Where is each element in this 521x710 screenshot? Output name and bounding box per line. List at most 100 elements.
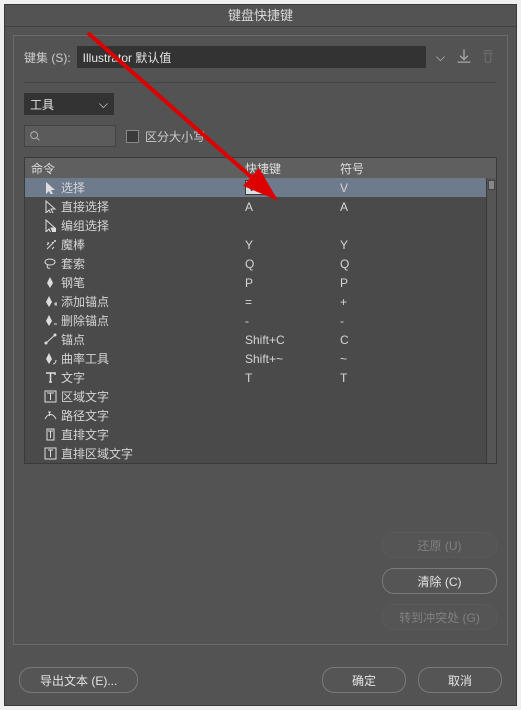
search-box[interactable] [24,125,116,147]
divider [24,82,497,83]
undo-button: 还原 (U) [382,532,497,558]
delete-keyset-icon [479,48,497,66]
symbol-cell: Q [340,257,420,271]
v-area-type-icon [25,447,61,460]
group-sel-icon [25,219,61,232]
area-type-icon [25,390,61,403]
clear-button[interactable]: 清除 (C) [382,568,497,594]
scrollbar-thumb[interactable] [488,180,495,190]
table-header: 命令 快捷键 符号 [25,158,496,178]
table-row[interactable]: 魔棒YY [25,235,496,254]
table-row[interactable]: 曲率工具Shift+~~ [25,349,496,368]
shortcut-cell[interactable]: V× [245,180,340,196]
col-command[interactable]: 命令 [25,160,245,177]
table-body: 选择V×V直接选择AA编组选择魔棒YY套索QQ钢笔PP添加锚点=+删除锚点--锚… [25,178,496,463]
keyboard-shortcuts-dialog: 键盘快捷键 键集 (S): ⌵ 工具 ⌵ 区分大小写 命 [4,4,517,706]
command-name: 区域文字 [61,388,245,405]
shortcut-cell[interactable]: = [245,295,340,309]
command-name: 路径文字 [61,407,245,424]
shortcut-cell[interactable]: P [245,276,340,290]
symbol-cell: T [340,371,420,385]
save-keyset-icon[interactable] [455,48,473,66]
command-name: 直排区域文字 [61,445,245,462]
keyset-select[interactable] [77,46,426,68]
table-row[interactable]: 编组选择 [25,216,496,235]
symbol-cell: ~ [340,352,420,366]
search-row: 区分大小写 [24,125,497,147]
lasso-icon [25,257,61,270]
dialog-body: 键集 (S): ⌵ 工具 ⌵ 区分大小写 命令 快捷键 [13,35,508,645]
table-row[interactable]: 钢笔PP [25,273,496,292]
keyset-label: 键集 (S): [24,49,71,66]
shortcut-cell[interactable]: Q [245,257,340,271]
shortcut-cell[interactable]: A [245,200,340,214]
command-name: 直接选择 [61,198,245,215]
shortcuts-table: 命令 快捷键 符号 选择V×V直接选择AA编组选择魔棒YY套索QQ钢笔PP添加锚… [24,157,497,464]
case-sensitive-checkbox[interactable]: 区分大小写 [126,128,205,145]
cancel-button[interactable]: 取消 [418,667,502,693]
table-row[interactable]: 区域文字 [25,387,496,406]
shortcut-cell[interactable]: Y [245,238,340,252]
symbol-cell: A [340,200,420,214]
category-select[interactable]: 工具 ⌵ [24,93,114,115]
table-row[interactable]: 删除锚点-- [25,311,496,330]
table-row[interactable]: 直接选择AA [25,197,496,216]
table-row[interactable]: 直排区域文字 [25,444,496,463]
search-input[interactable] [41,129,111,143]
table-row[interactable]: 选择V× V [25,178,496,197]
shortcut-cell[interactable]: Shift+~ [245,352,340,366]
symbol-cell: + [340,295,420,309]
del-anchor-icon [25,314,61,327]
command-name: 钢笔 [61,274,245,291]
table-row[interactable]: 锚点Shift+CC [25,330,496,349]
symbol-cell: C [340,333,420,347]
path-type-icon [25,409,61,422]
chevron-down-icon: ⌵ [99,97,108,112]
selection-icon [25,181,61,194]
symbol-cell: V [340,181,420,195]
symbol-cell: Y [340,238,420,252]
command-name: 编组选择 [61,217,245,234]
clear-shortcut-icon[interactable]: × [257,182,263,193]
shortcut-cell[interactable]: - [245,314,340,328]
anchor-icon [25,333,61,346]
table-row[interactable]: 直排文字 [25,425,496,444]
add-anchor-icon [25,295,61,308]
dialog-title: 键盘快捷键 [5,5,516,27]
table-row[interactable]: 套索QQ [25,254,496,273]
ok-button[interactable]: 确定 [322,667,406,693]
command-name: 文字 [61,369,245,386]
symbol-cell: P [340,276,420,290]
shortcut-cell[interactable]: T [245,371,340,385]
col-shortcut[interactable]: 快捷键 [245,160,340,177]
symbol-cell: - [340,314,420,328]
command-name: 魔棒 [61,236,245,253]
shortcut-cell[interactable]: Shift+C [245,333,340,347]
command-name: 曲率工具 [61,350,245,367]
command-name: 锚点 [61,331,245,348]
goto-conflict-button: 转到冲突处 (G) [382,604,497,630]
keyset-row: 键集 (S): ⌵ [24,46,497,68]
search-icon [29,130,41,142]
type-icon [25,371,61,384]
v-type-icon [25,428,61,441]
direct-icon [25,200,61,213]
table-row[interactable]: 文字TT [25,368,496,387]
export-text-button[interactable]: 导出文本 (E)... [19,667,138,693]
dialog-footer: 导出文本 (E)... 确定 取消 [19,667,502,693]
table-row[interactable]: 添加锚点=+ [25,292,496,311]
keyset-dropdown-arrow[interactable]: ⌵ [432,50,449,65]
scrollbar[interactable] [486,178,496,463]
shortcut-edit-input[interactable]: V× [245,180,266,195]
col-symbol[interactable]: 符号 [340,160,450,177]
action-buttons: 还原 (U) 清除 (C) 转到冲突处 (G) [382,532,497,630]
checkbox-box [126,130,139,143]
command-name: 删除锚点 [61,312,245,329]
table-row[interactable]: 路径文字 [25,406,496,425]
wand-icon [25,238,61,251]
case-sensitive-label: 区分大小写 [145,128,205,145]
command-name: 选择 [61,179,245,196]
curvature-icon [25,352,61,365]
command-name: 套索 [61,255,245,272]
command-name: 直排文字 [61,426,245,443]
